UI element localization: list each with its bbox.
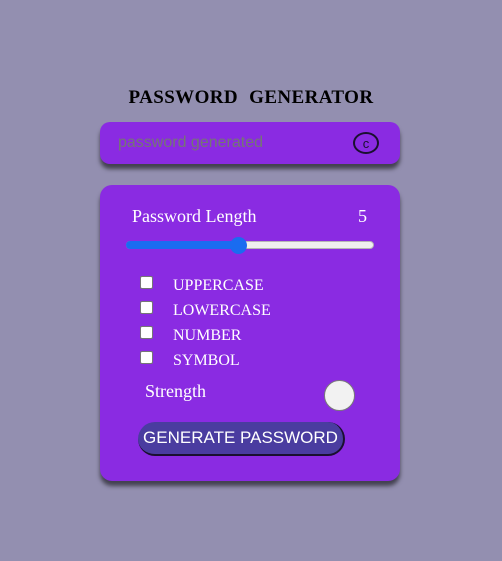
lowercase-checkbox[interactable]: [140, 301, 153, 314]
symbol-label: SYMBOL: [173, 352, 240, 369]
length-slider[interactable]: [126, 237, 374, 254]
copy-button[interactable]: c: [353, 132, 379, 154]
generate-password-button[interactable]: GENERATE PASSWORD: [138, 422, 345, 456]
number-checkbox[interactable]: [140, 326, 153, 339]
slider-fill: [126, 241, 238, 249]
uppercase-label: UPPERCASE: [173, 277, 264, 294]
copy-icon: c: [362, 135, 370, 151]
strength-label: Strength: [145, 381, 206, 401]
app-title: PASSWORD GENERATOR: [128, 87, 374, 108]
password-length-label: Password Length: [132, 206, 257, 226]
password-length-value: 5: [358, 206, 367, 226]
strength-indicator: [324, 380, 355, 411]
settings-panel: Password Length 5 UPPERCASE LOWERCASE NU…: [100, 185, 400, 481]
number-label: NUMBER: [173, 327, 242, 344]
uppercase-checkbox[interactable]: [140, 276, 153, 289]
lowercase-label: LOWERCASE: [173, 302, 271, 319]
symbol-checkbox[interactable]: [140, 351, 153, 364]
password-display: c: [100, 122, 400, 164]
password-output-field[interactable]: [118, 122, 338, 164]
slider-thumb[interactable]: [230, 237, 247, 254]
